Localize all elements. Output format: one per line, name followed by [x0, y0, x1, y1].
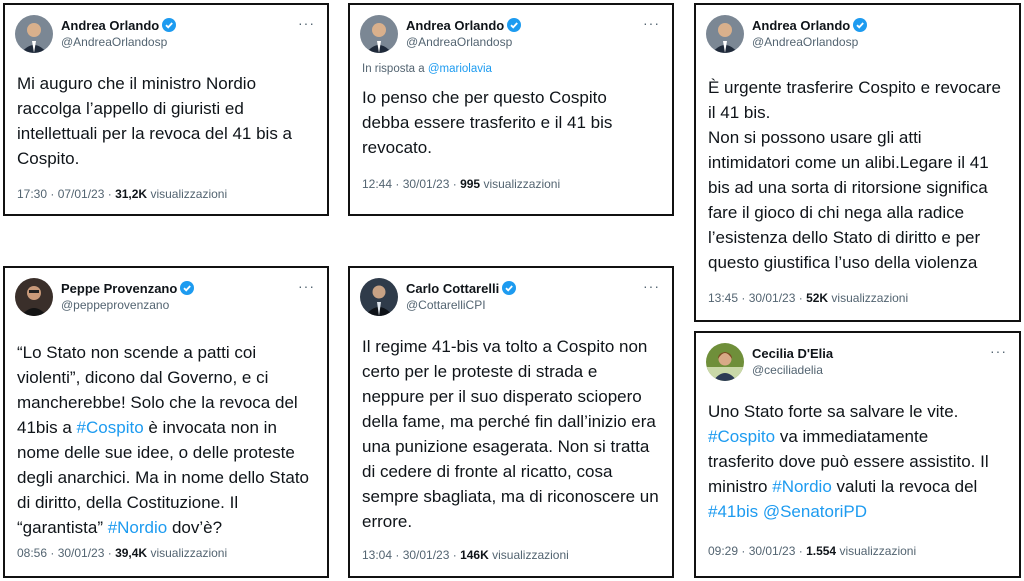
author-handle[interactable]: @AndreaOrlandosp: [752, 35, 858, 49]
tweet-card-orlando-2[interactable]: Andrea Orlando @AndreaOrlandosp ··· In r…: [348, 3, 674, 216]
avatar[interactable]: [15, 15, 53, 53]
tweet-timestamp[interactable]: 09:29 · 30/01/23 ·: [708, 544, 806, 558]
verified-badge-icon: [507, 18, 522, 32]
tweet-header: Andrea Orlando @AndreaOrlandosp: [706, 15, 1009, 59]
tweet-header: Andrea Orlando @AndreaOrlandosp ···: [15, 15, 317, 59]
view-count: 146K: [460, 548, 489, 562]
author-name[interactable]: Cecilia D'Elia: [752, 346, 833, 361]
tweet-meta: 12:44 · 30/01/23 · 995 visualizzazioni: [362, 177, 560, 191]
reply-prefix: In risposta a: [362, 63, 428, 75]
avatar[interactable]: [15, 278, 53, 316]
more-options-icon[interactable]: ···: [643, 278, 660, 294]
tweet-meta: 13:04 · 30/01/23 · 146K visualizzazioni: [362, 548, 569, 562]
view-count: 995: [460, 177, 481, 191]
author-name[interactable]: Peppe Provenzano: [61, 281, 195, 296]
tweet-header: Andrea Orlando @AndreaOrlandosp ···: [360, 15, 662, 59]
verified-badge-icon: [502, 281, 517, 295]
author-name[interactable]: Andrea Orlando: [61, 18, 177, 33]
avatar[interactable]: [360, 15, 398, 53]
tweet-header: Cecilia D'Elia @ceciliadelia ···: [706, 343, 1009, 387]
tweet-meta: 09:29 · 30/01/23 · 1.554 visualizzazioni: [708, 544, 916, 558]
author-name-text: Andrea Orlando: [61, 18, 160, 33]
verified-badge-icon: [853, 18, 868, 32]
view-count: 31,2K: [115, 187, 148, 201]
view-count: 39,4K: [115, 546, 148, 560]
more-options-icon[interactable]: ···: [990, 343, 1007, 359]
author-name-text: Peppe Provenzano: [61, 281, 178, 296]
verified-badge-icon: [180, 281, 195, 295]
tweet-meta: 08:56 · 30/01/23 · 39,4K visualizzazioni: [17, 546, 227, 560]
tweet-card-cottarelli[interactable]: Carlo Cottarelli @CottarelliCPI ··· Il r…: [348, 266, 674, 578]
tweet-card-orlando-1[interactable]: Andrea Orlando @AndreaOrlandosp ··· Mi a…: [3, 3, 329, 216]
tweet-timestamp[interactable]: 13:45 · 30/01/23 ·: [708, 291, 806, 305]
avatar[interactable]: [360, 278, 398, 316]
hashtag-link[interactable]: #Cospito: [77, 418, 144, 437]
tweet-meta: 17:30 · 07/01/23 · 31,2K visualizzazioni: [17, 187, 227, 201]
tweet-text: Il regime 41-bis va tolto a Cospito non …: [362, 337, 659, 531]
tweet-text-segment: valuti la revoca del: [836, 477, 978, 496]
more-options-icon[interactable]: ···: [298, 278, 315, 294]
tweet-timestamp[interactable]: 12:44 · 30/01/23 ·: [362, 177, 460, 191]
author-name[interactable]: Andrea Orlando: [752, 18, 868, 33]
verified-badge-icon: [162, 18, 177, 32]
views-label: visualizzazioni: [480, 177, 561, 191]
avatar[interactable]: [706, 343, 744, 381]
tweet-text-segment: Uno Stato forte sa salvare le vite.: [708, 402, 959, 421]
views-label: visualizzazioni: [488, 548, 569, 562]
views-label: visualizzazioni: [828, 291, 909, 305]
author-name-text: Andrea Orlando: [406, 18, 505, 33]
tweet-text: È urgente trasferire Cospito e revocare …: [708, 78, 1001, 272]
author-handle[interactable]: @AndreaOrlandosp: [406, 35, 512, 49]
reply-mention-link[interactable]: @mariolavia: [428, 63, 492, 75]
view-count: 52K: [806, 291, 829, 305]
hashtag-link[interactable]: #Nordio: [772, 477, 832, 496]
views-label: visualizzazioni: [147, 546, 228, 560]
tweet-timestamp[interactable]: 08:56 · 30/01/23 ·: [17, 546, 115, 560]
author-name[interactable]: Andrea Orlando: [406, 18, 522, 33]
tweet-timestamp[interactable]: 13:04 · 30/01/23 ·: [362, 548, 460, 562]
tweet-header: Carlo Cottarelli @CottarelliCPI ···: [360, 278, 662, 322]
more-options-icon[interactable]: ···: [298, 15, 315, 31]
author-handle[interactable]: @AndreaOrlandosp: [61, 35, 167, 49]
tweet-card-provenzano[interactable]: Peppe Provenzano @peppeprovenzano ··· “L…: [3, 266, 329, 578]
views-label: visualizzazioni: [836, 544, 917, 558]
author-handle[interactable]: @CottarelliCPI: [406, 298, 486, 312]
hashtag-link[interactable]: #Nordio: [108, 518, 168, 537]
hashtag-link[interactable]: #Cospito: [708, 427, 775, 446]
tweet-meta: 13:45 · 30/01/23 · 52K visualizzazioni: [708, 291, 908, 305]
tweet-text: “Lo Stato non scende a patti coi violent…: [17, 340, 317, 540]
author-name-text: Carlo Cottarelli: [406, 281, 500, 296]
author-name-text: Andrea Orlando: [752, 18, 851, 33]
reply-context: In risposta a @mariolavia: [362, 63, 492, 75]
more-options-icon[interactable]: ···: [643, 15, 660, 31]
tweet-card-orlando-3[interactable]: Andrea Orlando @AndreaOrlandosp È urgent…: [694, 3, 1021, 322]
author-handle[interactable]: @peppeprovenzano: [61, 298, 169, 312]
author-name[interactable]: Carlo Cottarelli: [406, 281, 517, 296]
author-handle[interactable]: @ceciliadelia: [752, 363, 823, 377]
tweet-text: Mi auguro che il ministro Nordio raccolg…: [17, 74, 292, 168]
views-label: visualizzazioni: [147, 187, 228, 201]
tweet-text: Io penso che per questo Cospito debba es…: [362, 88, 613, 157]
tweet-header: Peppe Provenzano @peppeprovenzano ···: [15, 278, 317, 322]
tweet-text: Uno Stato forte sa salvare le vite. #Cos…: [708, 399, 1009, 524]
hashtag-mention-link[interactable]: #41bis @SenatoriPD: [708, 502, 867, 521]
tweet-timestamp[interactable]: 17:30 · 07/01/23 ·: [17, 187, 115, 201]
tweet-text-segment: dov’è?: [167, 518, 223, 537]
view-count: 1.554: [806, 544, 837, 558]
tweet-card-delia[interactable]: Cecilia D'Elia @ceciliadelia ··· Uno Sta…: [694, 331, 1021, 578]
avatar[interactable]: [706, 15, 744, 53]
